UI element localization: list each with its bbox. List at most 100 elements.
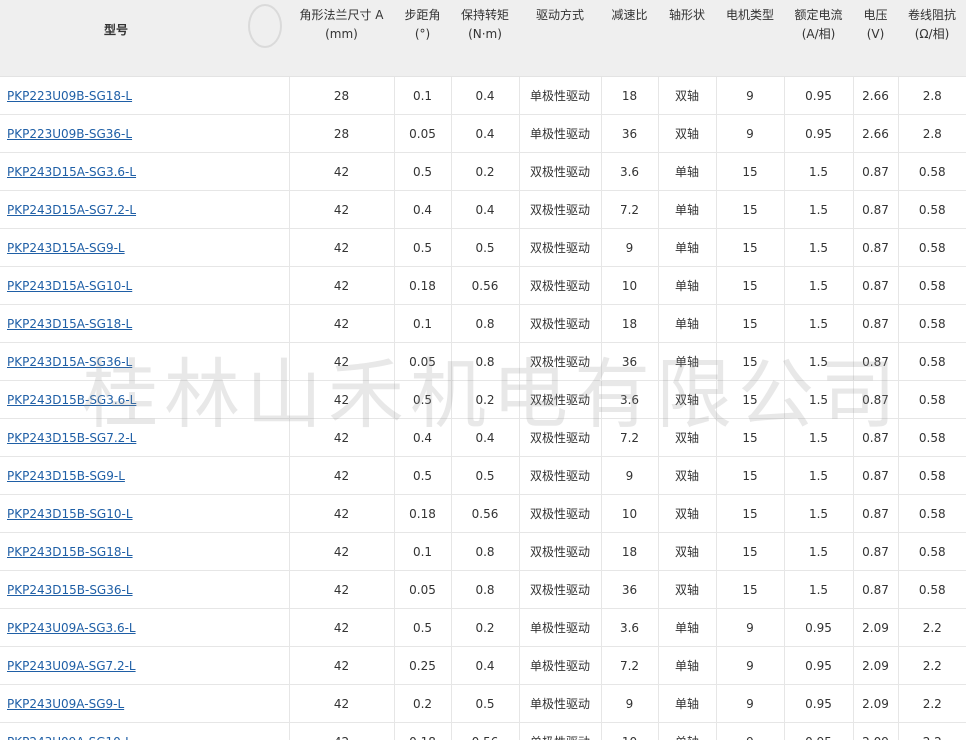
cell-drive-method: 双极性驱动: [518, 266, 601, 305]
cell-spacer: [232, 646, 289, 685]
model-link[interactable]: PKP243U09A-SG10-L: [7, 735, 132, 740]
cell-gear-ratio: 7.2: [600, 646, 658, 685]
cell-model: PKP243D15A-SG36-L: [0, 342, 232, 381]
table-row: PKP243D15B-SG3.6-L 42 0.5 0.2 双极性驱动 3.6 双轴 15 1.…: [0, 380, 966, 419]
cell-spacer: [232, 684, 289, 723]
cell-gear-ratio: 9: [600, 456, 658, 495]
cell-motor-type: 15: [715, 266, 784, 305]
cell-motor-type: 15: [715, 304, 784, 343]
cell-flange-size: 42: [288, 456, 394, 495]
cell-rated-current: 1.5: [783, 342, 853, 381]
cell-spacer: [232, 342, 289, 381]
cell-step-angle: 0.5: [393, 380, 451, 419]
model-link[interactable]: PKP243D15A-SG10-L: [7, 279, 132, 293]
cell-holding-torque: 0.5: [450, 228, 519, 267]
cell-rated-current: 0.95: [783, 76, 853, 115]
cell-step-angle: 0.05: [393, 114, 451, 153]
cell-step-angle: 0.18: [393, 266, 451, 305]
cell-voltage: 2.66: [852, 76, 898, 115]
cell-spacer: [232, 228, 289, 267]
cell-shaft-type: 单轴: [657, 228, 716, 267]
cell-motor-type: 9: [715, 722, 784, 740]
cell-gear-ratio: 3.6: [600, 152, 658, 191]
cell-spacer: [232, 190, 289, 229]
header-holding-torque: 保持转矩 (N·m): [451, 0, 519, 77]
cell-step-angle: 0.2: [393, 684, 451, 723]
cell-model: PKP243D15A-SG10-L: [0, 266, 232, 305]
cell-model: PKP243D15B-SG7.2-L: [0, 418, 232, 457]
cell-voltage: 2.09: [852, 608, 898, 647]
spec-table: 型号 角形法兰尺寸 A (mm) 步距角 (°) 保持转矩 (N·m) 驱动方式 减速…: [0, 0, 966, 740]
cell-flange-size: 42: [288, 722, 394, 740]
cell-shaft-type: 单轴: [657, 342, 716, 381]
cell-motor-type: 15: [715, 494, 784, 533]
header-motor-type: 电机类型: [716, 0, 784, 77]
cell-gear-ratio: 36: [600, 114, 658, 153]
model-link[interactable]: PKP243D15A-SG36-L: [7, 355, 132, 369]
cell-step-angle: 0.5: [393, 152, 451, 191]
cell-holding-torque: 0.4: [450, 418, 519, 457]
cell-winding-resistance: 0.58: [897, 342, 966, 381]
cell-spacer: [232, 608, 289, 647]
model-link[interactable]: PKP223U09B-SG36-L: [7, 127, 132, 141]
cell-model: PKP243D15B-SG18-L: [0, 532, 232, 571]
cell-motor-type: 9: [715, 684, 784, 723]
cell-drive-method: 单极性驱动: [518, 76, 601, 115]
cell-voltage: 0.87: [852, 304, 898, 343]
table-row: PKP243D15A-SG3.6-L 42 0.5 0.2 双极性驱动 3.6 单轴 15 1.…: [0, 152, 966, 191]
cell-drive-method: 单极性驱动: [518, 646, 601, 685]
cell-drive-method: 单极性驱动: [518, 608, 601, 647]
cell-flange-size: 28: [288, 76, 394, 115]
cell-drive-method: 单极性驱动: [518, 722, 601, 740]
model-link[interactable]: PKP243D15B-SG7.2-L: [7, 431, 136, 445]
cell-shaft-type: 单轴: [657, 266, 716, 305]
cell-holding-torque: 0.4: [450, 646, 519, 685]
cell-winding-resistance: 2.2: [897, 646, 966, 685]
cell-spacer: [232, 570, 289, 609]
table-row: PKP243U09A-SG10-L 420.180.56单极性驱动10单轴90.9…: [0, 722, 966, 740]
cell-winding-resistance: 0.58: [897, 304, 966, 343]
cell-flange-size: 42: [288, 608, 394, 647]
model-link[interactable]: PKP243D15B-SG9-L: [7, 469, 125, 483]
cell-shaft-type: 单轴: [657, 190, 716, 229]
cell-step-angle: 0.1: [393, 532, 451, 571]
cell-gear-ratio: 3.6: [600, 608, 658, 647]
cell-voltage: 0.87: [852, 152, 898, 191]
cell-spacer: [232, 722, 289, 740]
model-link[interactable]: PKP243D15B-SG36-L: [7, 583, 133, 597]
model-link[interactable]: PKP243D15B-SG3.6-L: [7, 393, 136, 407]
cell-holding-torque: 0.4: [450, 76, 519, 115]
cell-model: PKP243U09A-SG9-L: [0, 684, 232, 723]
model-link[interactable]: PKP243D15A-SG18-L: [7, 317, 132, 331]
cell-shaft-type: 双轴: [657, 76, 716, 115]
table-row: PKP243U09A-SG3.6-L 42 0.5 0.2 单极性驱动 3.6 单轴 9 0.9…: [0, 608, 966, 647]
cell-model: PKP243D15B-SG3.6-L: [0, 380, 232, 419]
cell-winding-resistance: 0.58: [897, 456, 966, 495]
cell-motor-type: 15: [715, 228, 784, 267]
cell-model: PKP223U09B-SG18-L: [0, 76, 232, 115]
model-link[interactable]: PKP243D15A-SG9-L: [7, 241, 125, 255]
cell-voltage: 2.09: [852, 722, 898, 740]
model-link[interactable]: PKP243U09A-SG7.2-L: [7, 659, 136, 673]
model-link[interactable]: PKP243D15A-SG7.2-L: [7, 203, 136, 217]
cell-holding-torque: 0.56: [450, 722, 519, 740]
model-link[interactable]: PKP243D15B-SG10-L: [7, 507, 133, 521]
cell-holding-torque: 0.2: [450, 152, 519, 191]
cell-winding-resistance: 0.58: [897, 532, 966, 571]
model-link[interactable]: PKP243D15A-SG3.6-L: [7, 165, 136, 179]
cell-motor-type: 9: [715, 646, 784, 685]
cell-step-angle: 0.25: [393, 646, 451, 685]
model-link[interactable]: PKP243U09A-SG9-L: [7, 697, 124, 711]
model-link[interactable]: PKP243D15B-SG18-L: [7, 545, 133, 559]
cell-voltage: 0.87: [852, 190, 898, 229]
table-row: PKP223U09B-SG18-L 28 0.1 0.4 单极性驱动 18 双轴 9 0.95 2…: [0, 76, 966, 115]
model-link[interactable]: PKP243U09A-SG3.6-L: [7, 621, 136, 635]
model-link[interactable]: PKP223U09B-SG18-L: [7, 89, 132, 103]
cell-motor-type: 15: [715, 342, 784, 381]
cell-model: PKP243D15A-SG18-L: [0, 304, 232, 343]
cell-spacer: [232, 456, 289, 495]
header-step-angle: 步距角 (°): [394, 0, 451, 77]
cell-gear-ratio: 10: [600, 494, 658, 533]
cell-spacer: [232, 418, 289, 457]
cell-gear-ratio: 3.6: [600, 380, 658, 419]
